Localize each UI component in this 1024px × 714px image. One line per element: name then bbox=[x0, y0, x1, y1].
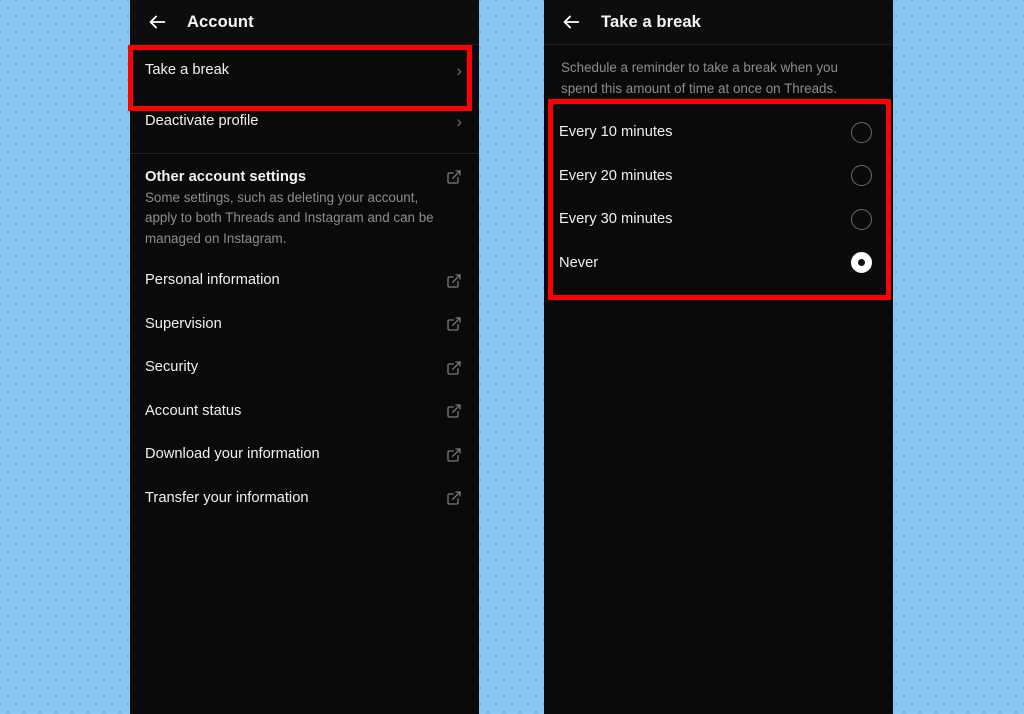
external-link-icon[interactable] bbox=[446, 447, 462, 463]
page-title: Account bbox=[187, 12, 254, 31]
row-security[interactable]: Security bbox=[130, 346, 479, 390]
row-label: Security bbox=[145, 359, 199, 376]
row-label: Supervision bbox=[145, 315, 222, 332]
radio-button-unselected[interactable] bbox=[851, 121, 872, 143]
option-label: Every 20 minutes bbox=[559, 167, 673, 184]
option-label: Never bbox=[559, 254, 599, 271]
page-title: Take a break bbox=[601, 12, 701, 31]
external-link-icon[interactable] bbox=[446, 316, 462, 332]
row-account-status[interactable]: Account status bbox=[130, 390, 479, 434]
section-title: Other account settings bbox=[145, 169, 307, 185]
external-link-icon[interactable] bbox=[446, 169, 462, 185]
row-label: Personal information bbox=[145, 272, 280, 289]
row-take-a-break[interactable]: Take a break › bbox=[130, 45, 479, 96]
option-every-20-minutes[interactable]: Every 20 minutes bbox=[544, 154, 893, 198]
option-label: Every 10 minutes bbox=[559, 124, 673, 141]
row-download-your-information[interactable]: Download your information bbox=[130, 433, 479, 477]
row-transfer-your-information[interactable]: Transfer your information bbox=[130, 477, 479, 521]
section-header[interactable]: Other account settings bbox=[145, 169, 462, 185]
account-appbar: Account bbox=[130, 0, 479, 45]
row-label: Take a break bbox=[145, 61, 230, 78]
row-label: Account status bbox=[145, 402, 242, 419]
row-supervision[interactable]: Supervision bbox=[130, 303, 479, 347]
arrow-left-icon[interactable] bbox=[144, 9, 170, 35]
option-never[interactable]: Never bbox=[544, 241, 893, 285]
row-deactivate-profile[interactable]: Deactivate profile › bbox=[130, 96, 479, 147]
chevron-right-icon: › bbox=[456, 112, 462, 131]
radio-button-selected[interactable] bbox=[851, 252, 872, 274]
external-link-icon[interactable] bbox=[446, 490, 462, 506]
option-label: Every 30 minutes bbox=[559, 211, 673, 228]
external-link-icon[interactable] bbox=[446, 273, 462, 289]
section-description: Some settings, such as deleting your acc… bbox=[145, 190, 434, 246]
chevron-right-icon: › bbox=[456, 61, 462, 80]
external-link-icon[interactable] bbox=[446, 360, 462, 376]
option-every-10-minutes[interactable]: Every 10 minutes bbox=[544, 111, 893, 155]
row-label: Transfer your information bbox=[145, 489, 309, 506]
row-label: Download your information bbox=[145, 446, 320, 463]
take-a-break-appbar: Take a break bbox=[544, 0, 893, 45]
radio-button-unselected[interactable] bbox=[851, 208, 872, 230]
right-screen-take-a-break: Take a break Schedule a reminder to take… bbox=[544, 0, 893, 714]
row-label: Deactivate profile bbox=[145, 112, 259, 129]
external-link-icon[interactable] bbox=[446, 403, 462, 419]
arrow-left-icon[interactable] bbox=[558, 9, 584, 35]
option-every-30-minutes[interactable]: Every 30 minutes bbox=[544, 198, 893, 242]
row-personal-information[interactable]: Personal information bbox=[130, 259, 479, 303]
radio-button-unselected[interactable] bbox=[851, 165, 872, 187]
left-screen-account: Account Take a break › Deactivate profil… bbox=[130, 0, 479, 714]
other-account-settings-section: Other account settings Some settings, su… bbox=[130, 154, 479, 259]
take-a-break-description: Schedule a reminder to take a break when… bbox=[561, 60, 838, 96]
